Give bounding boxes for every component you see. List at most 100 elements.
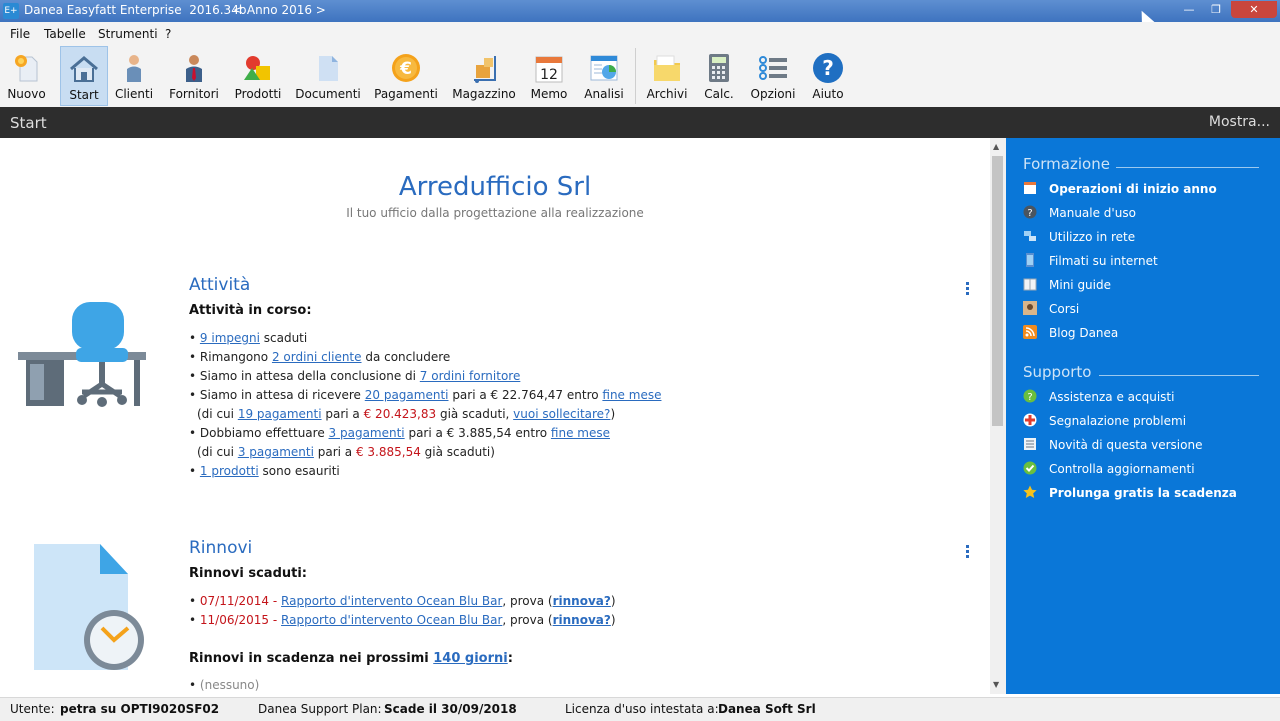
activity-link[interactable]: 2 ordini cliente: [272, 350, 362, 364]
maximize-button[interactable]: ❐: [1203, 1, 1229, 18]
toolbar-clienti[interactable]: Clienti: [114, 46, 154, 106]
menu-tabelle[interactable]: Tabelle: [44, 27, 86, 41]
year-selector[interactable]: < Anno 2016 >: [233, 3, 326, 17]
toolbar-label: Archivi: [646, 87, 688, 101]
calendar-day: 12: [540, 67, 558, 83]
activity-text: Siamo in attesa di ricevere: [199, 388, 365, 402]
toolbar-label: Calc.: [704, 87, 734, 101]
company-name: Arredufficio Srl: [398, 172, 592, 202]
star-icon: [1023, 485, 1037, 498]
renewal-document-link[interactable]: Rapporto d'intervento Ocean Blu Bar: [281, 594, 502, 608]
help-icon: ?: [813, 53, 843, 83]
toolbar-label: Prodotti: [234, 87, 282, 101]
activities-menu-icon[interactable]: [966, 282, 970, 297]
sidebar-item-rete[interactable]: Utilizzo in rete: [1023, 229, 1135, 244]
scroll-thumb[interactable]: [992, 156, 1003, 426]
toolbar-aiuto[interactable]: ? Aiuto: [808, 46, 848, 106]
activity-text: pari a € 3.885,54 entro: [404, 426, 551, 440]
activity-text: Dobbiamo effettuare: [199, 426, 329, 440]
status-bar: Utente: petra su OPTI9020SF02 Danea Supp…: [0, 697, 1280, 721]
activity-link[interactable]: 7 ordini fornitore: [420, 369, 521, 383]
sidebar-item-blog[interactable]: Blog Danea: [1023, 325, 1118, 340]
toolbar-nuovo[interactable]: Nuovo: [4, 46, 49, 106]
activity-text: pari a: [313, 445, 356, 459]
minimize-button[interactable]: —: [1176, 1, 1202, 18]
toolbar-label: Clienti: [114, 87, 154, 101]
toolbar-memo[interactable]: 12 Memo: [528, 46, 570, 106]
help-glyph: ?: [1027, 392, 1032, 403]
activity-text: già scaduti,: [436, 407, 514, 421]
toolbar-documenti[interactable]: Documenti: [295, 46, 361, 106]
toolbar-label: Pagamenti: [374, 87, 438, 101]
activity-link[interactable]: 19 pagamenti: [238, 407, 322, 421]
license-value: Danea Soft Srl: [718, 702, 816, 716]
activity-link[interactable]: 3 pagamenti: [238, 445, 314, 459]
sidebar-item-filmati[interactable]: Filmati su internet: [1023, 253, 1158, 268]
toolbar-magazzino[interactable]: Magazzino: [451, 46, 517, 106]
section-header: Start Mostra...: [0, 107, 1280, 138]
activity-link[interactable]: 1 prodotti: [200, 464, 259, 478]
calendar-icon: [1024, 182, 1036, 194]
sidebar-item-operazioni[interactable]: Operazioni di inizio anno: [1023, 181, 1217, 196]
toolbar-fornitori[interactable]: Fornitori: [166, 46, 222, 106]
renewal-text: , prova (: [502, 613, 553, 627]
toolbar-calc[interactable]: Calc.: [700, 46, 738, 106]
show-more-button[interactable]: Mostra...: [1209, 114, 1270, 130]
renewal-document-link[interactable]: Rapporto d'intervento Ocean Blu Bar: [281, 613, 502, 627]
support-plan-label: Danea Support Plan:: [258, 702, 382, 716]
main-scrollbar[interactable]: ▲ ▼: [990, 138, 1006, 694]
activity-link[interactable]: 9 impegni: [200, 331, 260, 345]
supplier-icon: [186, 55, 202, 82]
renewals-subtitle: Rinnovi scaduti:: [189, 566, 308, 581]
activity-link[interactable]: 20 pagamenti: [365, 388, 449, 402]
support-question-icon: ?: [1023, 389, 1037, 403]
renew-link[interactable]: rinnova?: [553, 594, 611, 608]
sidebar-item-mini-guide[interactable]: Mini guide: [1023, 277, 1111, 292]
scroll-down-icon[interactable]: ▼: [993, 680, 999, 689]
toolbar-prodotti[interactable]: Prodotti: [233, 46, 283, 106]
overdue-amount: € 3.885,54: [355, 445, 421, 459]
sidebar-item-corsi[interactable]: Corsi: [1023, 301, 1079, 316]
toolbar-separator: [635, 48, 636, 104]
app-icon: E+: [3, 3, 19, 19]
warehouse-trolley-icon: [474, 56, 496, 83]
activity-item: • 9 impegni scaduti: [189, 331, 308, 345]
menu-file[interactable]: File: [10, 27, 30, 41]
menu-strumenti[interactable]: Strumenti: [98, 27, 158, 41]
toolbar-analisi[interactable]: Analisi: [582, 46, 626, 106]
activity-text: (di cui: [197, 407, 238, 421]
toolbar-start[interactable]: Start: [60, 46, 108, 106]
sidebar-item-assistenza[interactable]: ? Assistenza e acquisti: [1023, 389, 1174, 404]
documents-icon: [319, 56, 338, 81]
toolbar-opzioni[interactable]: Opzioni: [748, 46, 798, 106]
upcoming-text: :: [507, 651, 513, 666]
sidebar-item-aggiornamenti[interactable]: Controlla aggiornamenti: [1023, 461, 1195, 476]
sidebar-item-segnalazione[interactable]: Segnalazione problemi: [1023, 413, 1186, 428]
activity-text: sono esauriti: [258, 464, 340, 478]
activity-link[interactable]: fine mese: [602, 388, 661, 402]
toolbar-pagamenti[interactable]: € Pagamenti: [372, 46, 440, 106]
none-text: (nessuno): [199, 678, 260, 692]
renewal-separator: -: [269, 613, 282, 627]
days-link[interactable]: 140 giorni: [433, 651, 507, 666]
user-value: petra su OPTI9020SF02: [60, 702, 220, 716]
customer-icon: [127, 55, 141, 82]
toolbar-archivi[interactable]: Archivi: [644, 46, 690, 106]
menu-bar: File Tabelle Strumenti ?: [0, 22, 1280, 46]
sidebar-item-label: Utilizzo in rete: [1049, 230, 1136, 244]
solicit-link[interactable]: vuoi sollecitare?: [513, 407, 610, 421]
scroll-up-icon[interactable]: ▲: [993, 142, 999, 151]
renew-link[interactable]: rinnova?: [553, 613, 611, 627]
renewal-text: , prova (: [502, 594, 553, 608]
sidebar-item-prolunga[interactable]: Prolunga gratis la scadenza: [1023, 485, 1237, 500]
sidebar-item-novita[interactable]: Novità di questa versione: [1023, 437, 1202, 452]
activity-link[interactable]: fine mese: [551, 426, 610, 440]
sidebar-item-manuale[interactable]: ? Manuale d'uso: [1023, 205, 1136, 220]
close-button[interactable]: ✕: [1231, 1, 1277, 18]
menu-help[interactable]: ?: [165, 27, 171, 41]
activity-link[interactable]: 3 pagamenti: [329, 426, 405, 440]
renewal-document-clock-illustration: [34, 544, 144, 670]
activities-subtitle: Attività in corso:: [189, 303, 312, 318]
activity-item: • Dobbiamo effettuare 3 pagamenti pari a…: [189, 426, 610, 440]
renewals-menu-icon[interactable]: [966, 545, 970, 560]
